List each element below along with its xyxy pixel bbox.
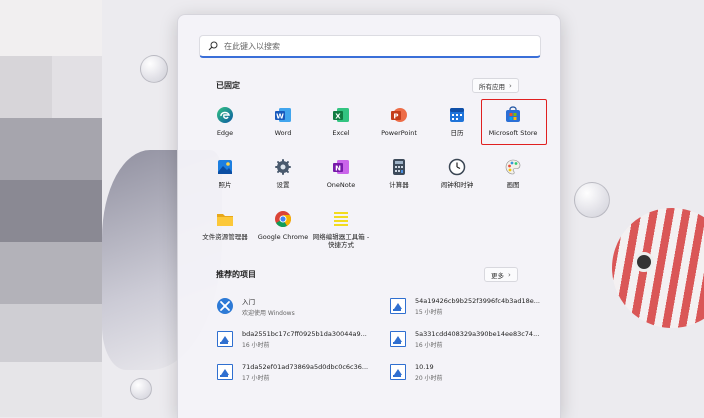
recommended-item-file[interactable]: bda2551bc17c7ff0925b1da30044a9... 16 小时前 (216, 327, 376, 351)
recommended-title: 推荐的项目 (216, 270, 256, 279)
powerpoint-icon: P (389, 105, 409, 125)
all-apps-label: 所有应用 (479, 82, 505, 91)
recommended-item-name: 10.19 (415, 362, 434, 371)
wallpaper-bubble (140, 55, 168, 83)
more-label: 更多 (491, 271, 504, 280)
app-tile-photos[interactable]: 照片 (196, 153, 254, 199)
more-button[interactable]: 更多 › (484, 267, 518, 282)
app-label: Google Chrome (257, 233, 309, 241)
get-started-icon (216, 297, 234, 315)
app-tile-calendar[interactable]: 日历 (428, 101, 486, 147)
shortcut-icon (331, 209, 351, 229)
app-tile-settings[interactable]: 设置 (254, 153, 312, 199)
chrome-icon (273, 209, 293, 229)
wallpaper-bubble (130, 378, 152, 400)
app-tile-onenote[interactable]: N OneNote (312, 153, 370, 199)
app-tile-powerpoint[interactable]: P PowerPoint (370, 101, 428, 147)
recommended-item-time: 15 小时前 (415, 308, 443, 316)
paint-icon (503, 157, 523, 177)
recommended-item-name: 71da52ef01ad73869a5d0dbc0c6c36... (242, 362, 369, 371)
settings-gear-icon (273, 157, 293, 177)
recommended-item-file[interactable]: 5a331cdd408329a390be14ee83c74... 16 小时前 (389, 327, 549, 351)
pinned-title: 已固定 (216, 81, 240, 90)
app-tile-google-chrome[interactable]: Google Chrome (254, 205, 312, 251)
app-label: Excel (332, 129, 350, 137)
app-label: PowerPoint (381, 129, 417, 137)
recommended-item-name: bda2551bc17c7ff0925b1da30044a9... (242, 329, 367, 338)
recommended-item-time: 16 小时前 (242, 341, 270, 349)
app-tile-clock[interactable]: 闹钟和时钟 (428, 153, 486, 199)
chevron-right-icon: › (508, 270, 511, 279)
clock-icon (447, 157, 467, 177)
recommended-item-time: 17 小时前 (242, 374, 270, 382)
recommended-item-file[interactable]: 71da52ef01ad73869a5d0dbc0c6c36... 17 小时前 (216, 360, 376, 384)
app-tile-edge[interactable]: Edge (196, 101, 254, 147)
app-label: 文件资源管理器 (202, 233, 248, 241)
start-menu: 已固定 所有应用 › Edge W Word X Excel P PowerPo… (177, 14, 561, 418)
recommended-item-subtitle: 欢迎使用 Windows (242, 309, 295, 317)
excel-icon: X (331, 105, 351, 125)
recommended-item-name: 54a19426cb9b252f3996fc4b3ad18e... (415, 296, 540, 305)
app-tile-shortcut[interactable]: 网络编辑器工具箱 - 快捷方式 (312, 205, 370, 251)
edge-icon (215, 105, 235, 125)
recommended-item-time: 20 小时前 (415, 374, 443, 382)
calendar-icon (447, 105, 467, 125)
recommended-item-get-started[interactable]: 入门 欢迎使用 Windows (216, 294, 376, 318)
chevron-right-icon: › (509, 81, 512, 90)
app-tile-file-explorer[interactable]: 文件资源管理器 (196, 205, 254, 251)
image-file-icon (216, 363, 234, 381)
app-tile-paint[interactable]: 画图 (484, 153, 542, 199)
app-label: Edge (216, 129, 234, 137)
app-label: 设置 (276, 181, 290, 189)
search-box[interactable] (199, 35, 541, 58)
recommended-item-name: 入门 (242, 297, 255, 306)
wallpaper-bubble (574, 182, 610, 218)
calculator-icon (389, 157, 409, 177)
microsoft-store-highlight-box (481, 99, 547, 145)
recommended-item-file[interactable]: 54a19426cb9b252f3996fc4b3ad18e... 15 小时前 (389, 294, 549, 318)
recommended-item-file[interactable]: 10.19 20 小时前 (389, 360, 549, 384)
app-label: 闹钟和时钟 (440, 181, 474, 189)
app-label: 网络编辑器工具箱 - 快捷方式 (312, 233, 370, 249)
word-icon: W (273, 105, 293, 125)
app-label: 画图 (506, 181, 520, 189)
image-file-icon (216, 330, 234, 348)
blurred-mosaic (0, 0, 102, 417)
app-label: 日历 (450, 129, 464, 137)
recommended-item-time: 16 小时前 (415, 341, 443, 349)
app-label: 照片 (218, 181, 232, 189)
svg-text:W: W (276, 113, 284, 121)
app-tile-excel[interactable]: X Excel (312, 101, 370, 147)
image-file-icon (389, 297, 407, 315)
folder-icon (215, 209, 235, 229)
wallpaper-fish-eye (634, 252, 654, 272)
all-apps-button[interactable]: 所有应用 › (472, 78, 519, 93)
app-label: Word (274, 129, 292, 137)
onenote-icon: N (331, 157, 351, 177)
app-label: OneNote (326, 181, 356, 189)
app-label: 计算器 (389, 181, 409, 189)
app-tile-word[interactable]: W Word (254, 101, 312, 147)
app-tile-calculator[interactable]: 计算器 (370, 153, 428, 199)
recommended-item-name: 5a331cdd408329a390be14ee83c74... (415, 329, 540, 338)
image-file-icon (389, 330, 407, 348)
svg-text:P: P (393, 113, 398, 121)
photos-icon (215, 157, 235, 177)
image-file-icon (389, 363, 407, 381)
svg-text:N: N (335, 165, 341, 173)
search-icon (208, 41, 218, 51)
search-input[interactable] (224, 41, 524, 51)
svg-text:X: X (335, 113, 341, 121)
